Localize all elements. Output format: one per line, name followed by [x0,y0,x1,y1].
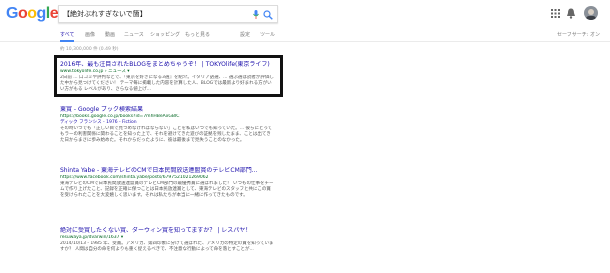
logo-letter: g [36,5,47,22]
search-icon[interactable] [263,10,273,20]
tab-all[interactable]: すべて [60,31,74,38]
header-actions [540,6,600,22]
mic-icon[interactable] [253,10,259,19]
search-result: 絶対に受賞したくない賞、ダーウィン賞を知ってますか？ | レスパヤ！ resuw… [60,227,275,265]
search-result: Shinta Yabe - 東海テレビのCMで日本民間放送連盟賞のテレビCM部門… [60,167,275,211]
logo-letter: G [6,5,18,22]
result-stats: 約 10,300,000 件 (0.49 秒) [60,47,119,52]
google-logo[interactable]: Google [6,5,59,23]
tab-images[interactable]: 画像 [85,31,95,38]
search-result: 東賞 - Google ブック検索結果 https://books.google… [60,106,275,156]
search-tabs: すべて 画像 動画 ニュース ショッピング もっと見る 設定 ツール セーフサー… [0,28,610,42]
result-title-link[interactable]: Shinta Yabe - 東海テレビのCMで日本民間放送連盟賞のテレビCM部門… [60,167,275,175]
logo-letter: e [49,5,59,22]
search-query-text[interactable]: 【絶対ぶれすぎないで箇】 [63,9,147,19]
tab-settings[interactable]: 設定 [240,31,250,38]
tab-videos[interactable]: 動画 [105,31,115,38]
logo-letter: o [27,5,37,22]
safe-search-toggle[interactable]: セーフサーチ: オン [557,31,600,38]
tab-shopping[interactable]: ショッピング [150,31,180,38]
header-bar: Google 【絶対ぶれすぎないで箇】 [0,0,610,28]
avatar[interactable] [584,6,598,20]
tab-news[interactable]: ニュース [124,31,144,38]
result-snippet: 2014/10/13 - 1985 年、受賞。アメリカ、第四印象に分けて選ばれた… [60,241,274,252]
user-silhouette-icon [586,9,596,20]
tab-tools[interactable]: ツール [260,31,275,38]
apps-icon[interactable] [551,9,560,18]
highlight-annotation-box [54,55,283,97]
logo-letter: o [17,5,28,22]
result-snippet: 東海テレビのCMで日本民間放送連盟賞のテレビCM部門の最優秀賞に選ばれました！ … [60,181,274,198]
bell-icon[interactable] [566,8,576,19]
result-snippet: その時いつでも「正しい目で見つめなければならない」ことを私はいつでも知っていた。… [60,126,273,143]
result-title-link[interactable]: 東賞 - Google ブック検索結果 [60,106,275,114]
active-tab-indicator [60,40,74,42]
search-input[interactable]: 【絶対ぶれすぎないで箇】 [58,5,278,23]
tab-more[interactable]: もっと見る [185,31,210,38]
result-title-link[interactable]: 絶対に受賞したくない賞、ダーウィン賞を知ってますか？ | レスパヤ！ [60,227,275,235]
